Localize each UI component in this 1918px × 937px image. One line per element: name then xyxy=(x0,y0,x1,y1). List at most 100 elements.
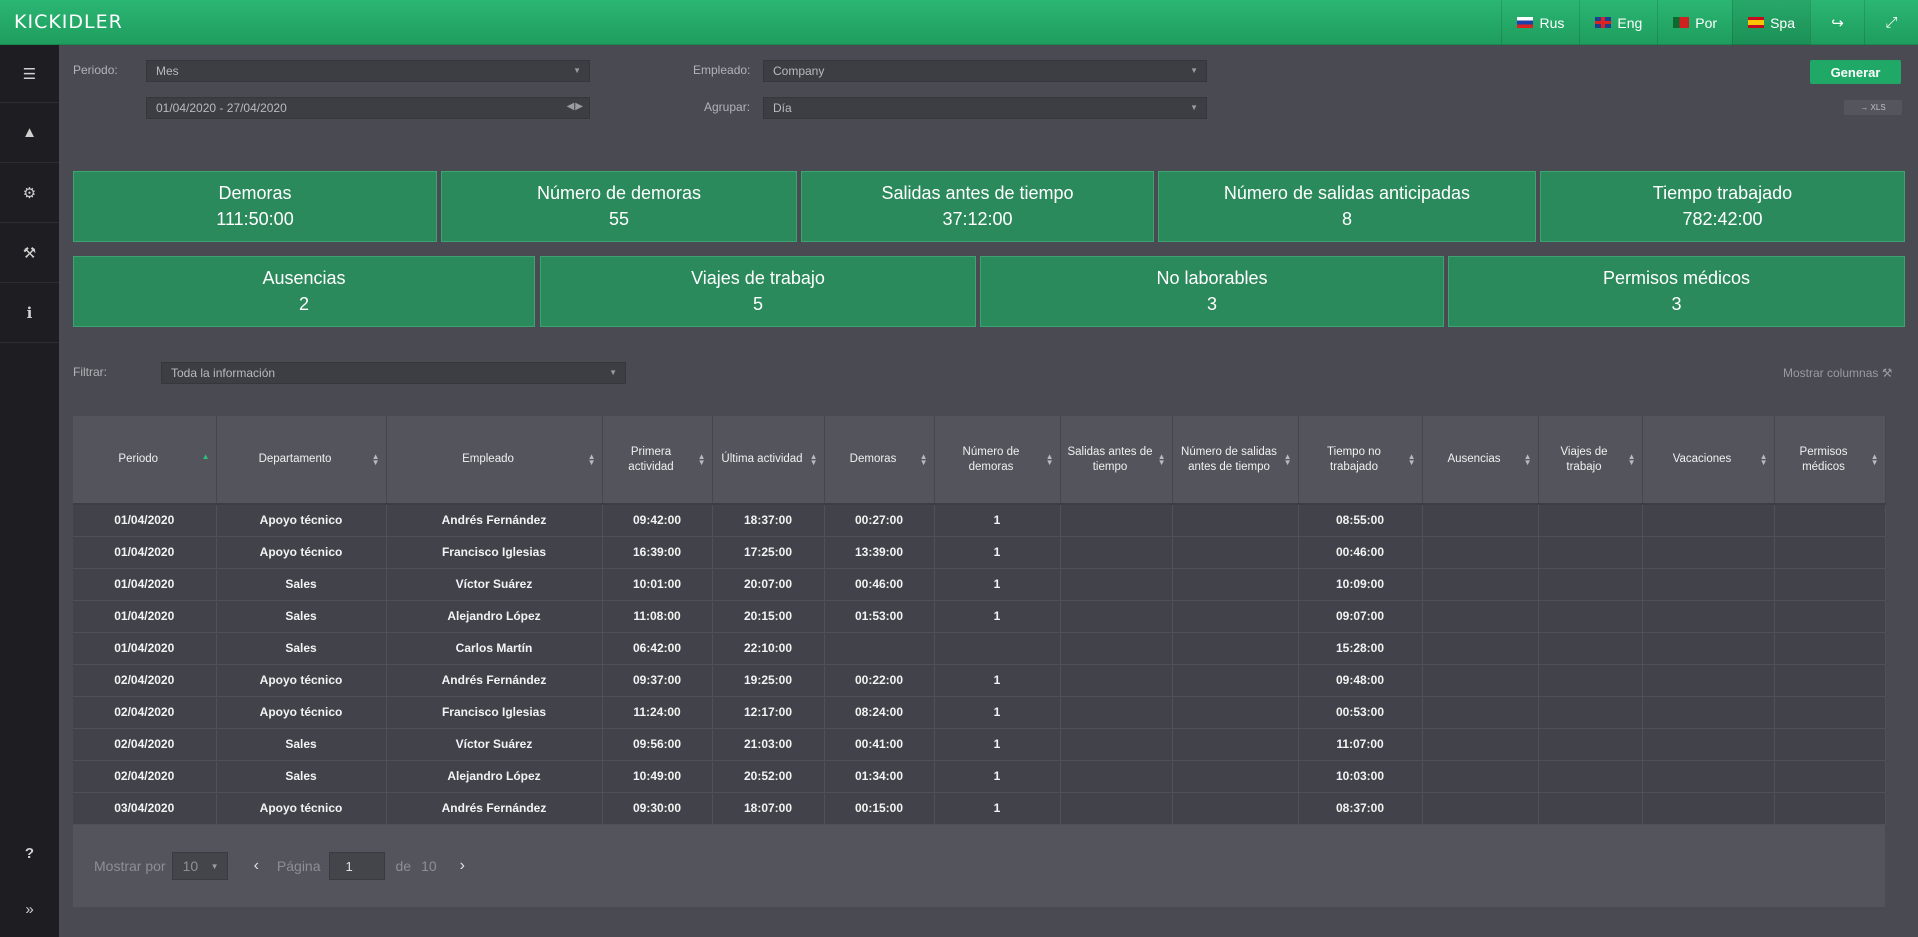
table-cell xyxy=(1172,632,1299,665)
lang-label: Eng xyxy=(1617,14,1643,31)
table-cell: 20:07:00 xyxy=(712,568,825,601)
card-title: Número de salidas anticipadas xyxy=(1223,183,1471,203)
table-cell: 02/04/2020 xyxy=(73,696,217,729)
lang-label: Rus xyxy=(1539,14,1565,31)
table-cell xyxy=(1422,696,1539,729)
table-cell: 10:03:00 xyxy=(1298,760,1423,793)
filter-select[interactable]: Toda la información ▼ xyxy=(161,362,626,384)
column-header[interactable]: Ausencias ▲ ▼ xyxy=(1422,416,1539,505)
app-logo[interactable]: KICKIDLER xyxy=(14,11,123,33)
table-cell: 01/04/2020 xyxy=(73,536,217,569)
column-header[interactable]: Tiempo no trabajado ▲ ▼ xyxy=(1298,416,1423,505)
top-bar: KICKIDLER Rus Eng Por Spa ↪ ⤢ xyxy=(0,0,1918,45)
table-cell: 11:07:00 xyxy=(1298,728,1423,761)
table-cell: 01/04/2020 xyxy=(73,568,217,601)
page-label: Página xyxy=(276,858,321,874)
card-value: 782:42:00 xyxy=(1682,209,1763,229)
group-select[interactable]: Día ▼ xyxy=(763,97,1207,119)
table-cell xyxy=(1642,664,1775,697)
wrench-icon: ⚒ xyxy=(22,244,37,262)
sidebar-item-info[interactable]: i xyxy=(0,283,59,343)
column-header[interactable]: Salidas antes de tiempo ▲ ▼ xyxy=(1060,416,1173,505)
table-cell: 09:56:00 xyxy=(602,728,713,761)
column-header[interactable]: Departamento ▲ ▼ xyxy=(216,416,387,505)
column-header[interactable]: Empleado ▲ ▼ xyxy=(386,416,603,505)
prev-page-button[interactable]: ‹ xyxy=(254,857,259,875)
help-button[interactable]: ? xyxy=(0,825,59,881)
sidebar-item-employees[interactable]: ▲ xyxy=(0,103,59,163)
column-label: Empleado xyxy=(462,453,514,465)
column-header[interactable]: Permisos médicos ▲ ▼ xyxy=(1774,416,1886,505)
table-row[interactable]: 01/04/2020 Apoyo técnico Francisco Iglesia… xyxy=(73,536,1886,569)
generate-button[interactable]: Generar xyxy=(1810,60,1901,84)
table-cell xyxy=(1538,568,1643,601)
column-header[interactable]: Vacaciones ▲ ▼ xyxy=(1642,416,1775,505)
lang-rus[interactable]: Rus xyxy=(1501,0,1579,45)
column-label: Permisos médicos xyxy=(1799,445,1848,473)
table-row[interactable]: 01/04/2020 Sales Carlos Martín 06:42:00 22:1… xyxy=(73,632,1886,665)
fullscreen-button[interactable]: ⤢ xyxy=(1864,0,1918,45)
table-row[interactable]: 02/04/2020 Sales Víctor Suárez 09:56:00 21:0… xyxy=(73,728,1886,761)
lang-eng[interactable]: Eng xyxy=(1579,0,1657,45)
next-page-button[interactable]: › xyxy=(460,857,465,875)
table-cell xyxy=(1642,728,1775,761)
export-xls-button[interactable]: → XLS xyxy=(1844,100,1902,115)
table-cell: 00:15:00 xyxy=(824,792,935,825)
show-columns-button[interactable]: Mostrar columnas ⚒ xyxy=(1783,366,1892,380)
column-header[interactable]: Primera actividad ▲ ▼ xyxy=(602,416,713,505)
sort-icon: ▲ ▼ xyxy=(1627,452,1636,467)
column-header[interactable]: Número de demoras ▲ ▼ xyxy=(934,416,1061,505)
table-cell: Sales xyxy=(216,760,387,793)
sidebar-item-reports[interactable]: ☰ xyxy=(0,45,59,103)
table-cell: 10:01:00 xyxy=(602,568,713,601)
table-row[interactable]: 01/04/2020 Sales Alejandro López 11:08:00 20… xyxy=(73,600,1886,633)
column-header[interactable]: Periodo ▲ xyxy=(73,416,217,505)
page-input[interactable]: 1 xyxy=(328,852,385,880)
group-value: Día xyxy=(773,101,792,115)
table-row[interactable]: 02/04/2020 Apoyo técnico Francisco Iglesia… xyxy=(73,696,1886,729)
expand-sidebar-button[interactable]: » xyxy=(0,881,59,937)
column-header[interactable]: Viajes de trabajo ▲ ▼ xyxy=(1538,416,1643,505)
table-body: 01/04/2020 Apoyo técnico Andrés Fernández 0… xyxy=(73,504,1886,825)
lang-label: Por xyxy=(1695,14,1718,31)
logout-button[interactable]: ↪ xyxy=(1810,0,1864,45)
date-range-input[interactable]: 01/04/2020 - 27/04/2020 ◀▶ xyxy=(146,97,590,119)
table-cell xyxy=(1538,792,1643,825)
table-cell: 03/04/2020 xyxy=(73,792,217,825)
table-cell xyxy=(1774,568,1886,601)
table-row[interactable]: 01/04/2020 Apoyo técnico Andrés Fernández 0… xyxy=(73,504,1886,537)
table-cell xyxy=(1172,504,1299,537)
uk-flag-icon xyxy=(1595,17,1612,28)
lang-spa[interactable]: Spa xyxy=(1732,0,1810,45)
table-cell: 01/04/2020 xyxy=(73,600,217,633)
column-header[interactable]: Demoras ▲ ▼ xyxy=(824,416,935,505)
lang-por[interactable]: Por xyxy=(1657,0,1732,45)
lang-label: Spa xyxy=(1770,14,1795,31)
fullscreen-icon: ⤢ xyxy=(1885,14,1898,31)
column-header[interactable]: Número de salidas antes de tiempo ▲ ▼ xyxy=(1172,416,1299,505)
table-cell: Carlos Martín xyxy=(386,632,603,665)
date-arrows-icon[interactable]: ◀▶ xyxy=(567,101,584,112)
expand-icon: » xyxy=(25,900,34,918)
logout-icon: ↪ xyxy=(1831,14,1844,32)
employee-select[interactable]: Company ▼ xyxy=(763,60,1207,82)
table-cell xyxy=(934,632,1061,665)
sidebar-item-settings[interactable]: ⚙ xyxy=(0,163,59,223)
show-columns-label: Mostrar columnas xyxy=(1783,366,1879,380)
per-page-select[interactable]: 10 ▼ xyxy=(171,852,228,880)
table-row[interactable]: 02/04/2020 Apoyo técnico Andrés Fernández 0… xyxy=(73,664,1886,697)
period-select[interactable]: Mes ▼ xyxy=(146,60,590,82)
sidebar-item-tools[interactable]: ⚒ xyxy=(0,223,59,283)
table-cell: 20:52:00 xyxy=(712,760,825,793)
table-row[interactable]: 01/04/2020 Sales Víctor Suárez 10:01:00 20:0… xyxy=(73,568,1886,601)
table-cell xyxy=(1422,536,1539,569)
column-header[interactable]: Última actividad ▲ ▼ xyxy=(712,416,825,505)
table-cell xyxy=(1642,568,1775,601)
table-cell xyxy=(1422,632,1539,665)
table-cell: 01:53:00 xyxy=(824,600,935,633)
table-cell xyxy=(1060,536,1173,569)
table-row[interactable]: 03/04/2020 Apoyo técnico Andrés Fernández 0… xyxy=(73,792,1886,825)
table-row[interactable]: 02/04/2020 Sales Alejandro López 10:49:00 20… xyxy=(73,760,1886,793)
table-cell: Apoyo técnico xyxy=(216,792,387,825)
total-pages: 10 xyxy=(421,858,437,874)
